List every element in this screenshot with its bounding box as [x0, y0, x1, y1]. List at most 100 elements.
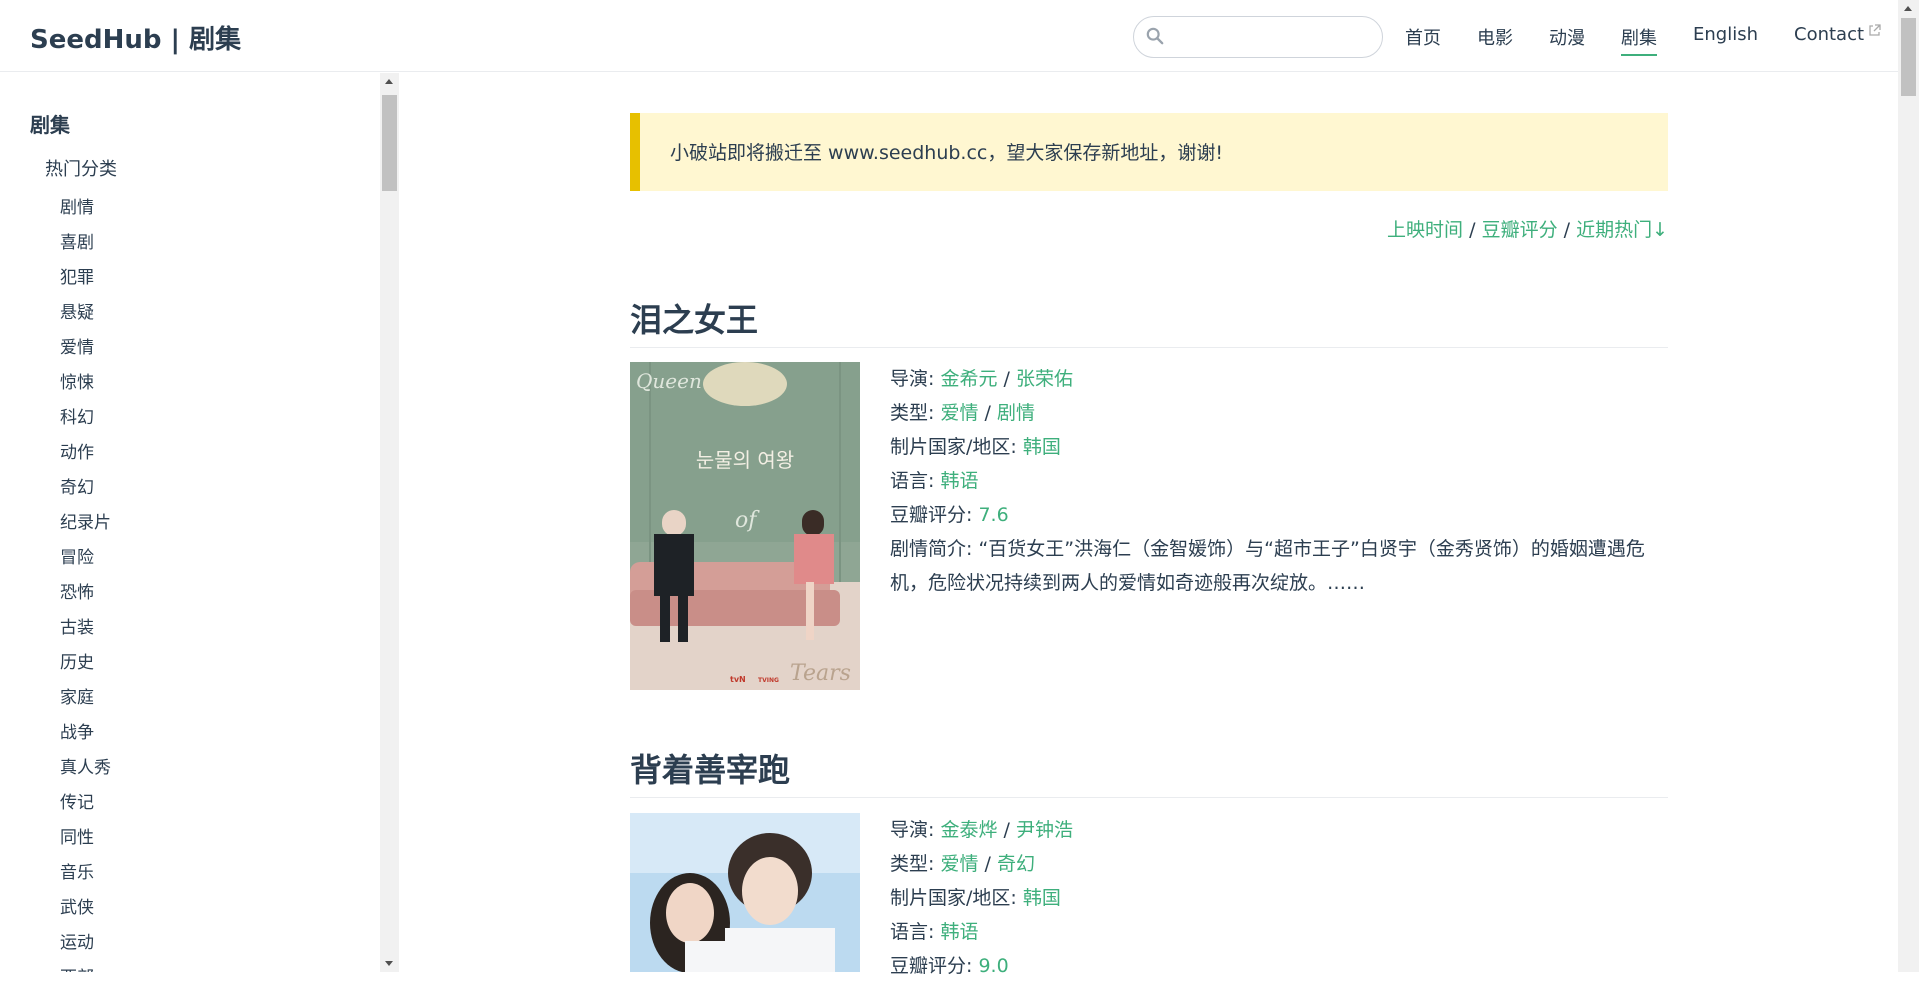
sidebar-item[interactable]: 纪录片: [60, 506, 111, 541]
rating-value[interactable]: 9.0: [978, 955, 1008, 977]
director-link[interactable]: 尹钟浩: [1016, 819, 1073, 841]
separator: /: [978, 402, 997, 424]
sort-by-release[interactable]: 上映时间: [1387, 219, 1463, 241]
genre-link[interactable]: 爱情: [940, 853, 978, 875]
nav-tv-series[interactable]: 剧集: [1621, 24, 1657, 56]
sidebar-title[interactable]: 剧集: [30, 109, 70, 138]
sidebar-item[interactable]: 恐怖: [60, 576, 111, 611]
sidebar-item[interactable]: 同性: [60, 821, 111, 856]
poster-image[interactable]: Queen 눈물의 여왕 of Tears tvN TVING: [630, 362, 860, 690]
meta-summary-row: 剧情简介: “百货女王”洪海仁（金智媛饰）与“超市王子”白贤宇（金秀贤饰）的婚姻…: [890, 532, 1650, 600]
sidebar-item[interactable]: 历史: [60, 646, 111, 681]
sort-separator: /: [1469, 219, 1476, 241]
genre-link[interactable]: 剧情: [997, 402, 1035, 424]
country-label: 制片国家/地区:: [890, 887, 1023, 909]
top-navbar: SeedHub | 剧集 首页 电影 动漫 剧集 English Contact: [0, 0, 1898, 72]
director-link[interactable]: 张荣佑: [1016, 368, 1073, 390]
poster-image[interactable]: [630, 813, 860, 972]
rating-label: 豆瓣评分:: [890, 504, 979, 526]
meta-language-row: 语言: 韩语: [890, 464, 1650, 498]
scroll-up-arrow-icon[interactable]: [385, 79, 393, 84]
scroll-up-arrow-icon[interactable]: [1904, 6, 1912, 11]
scroll-down-arrow-icon[interactable]: [385, 961, 393, 966]
sort-by-hot[interactable]: 近期热门↓: [1576, 219, 1668, 241]
rating-label: 豆瓣评分:: [890, 955, 979, 977]
search-icon: [1146, 27, 1164, 45]
sidebar-item[interactable]: 动作: [60, 436, 111, 471]
poster-tears-text: Tears: [790, 661, 851, 686]
meta-director-row: 导演: 金希元 / 张荣佑: [890, 362, 1650, 396]
poster-script-text: Queen: [636, 369, 702, 393]
poster-tving-logo: TVING: [758, 677, 779, 684]
nav-links: 首页 电影 动漫 剧集 English Contact: [1405, 24, 1881, 56]
rating-value[interactable]: 7.6: [978, 504, 1008, 526]
meta-country-row: 制片国家/地区: 韩国: [890, 430, 1650, 464]
external-link-icon: [1869, 24, 1881, 36]
page-scrollbar[interactable]: [1898, 0, 1919, 972]
sidebar-item[interactable]: 武侠: [60, 891, 111, 926]
item-meta: 导演: 金希元 / 张荣佑 类型: 爱情 / 剧情 制片国家/地区: 韩国 语言…: [890, 362, 1650, 600]
sort-by-rating[interactable]: 豆瓣评分: [1482, 219, 1558, 241]
sidebar-item[interactable]: 西部: [60, 961, 111, 972]
sidebar-item[interactable]: 奇幻: [60, 471, 111, 506]
sidebar-item[interactable]: 喜剧: [60, 226, 111, 261]
site-name-link[interactable]: SeedHub | 剧集: [30, 19, 241, 56]
meta-rating-row: 豆瓣评分: 7.6: [890, 498, 1650, 532]
sidebar-item[interactable]: 冒险: [60, 541, 111, 576]
sidebar-item[interactable]: 惊悚: [60, 366, 111, 401]
meta-rating-row: 豆瓣评分: 9.0: [890, 949, 1650, 983]
search-input[interactable]: [1176, 25, 1370, 51]
language-link[interactable]: 韩语: [940, 921, 978, 943]
sidebar-scrollbar[interactable]: [380, 73, 399, 972]
meta-genre-row: 类型: 爱情 / 奇幻: [890, 847, 1650, 881]
sidebar-item[interactable]: 悬疑: [60, 296, 111, 331]
item-title[interactable]: 背着善宰跑: [630, 745, 1668, 798]
sidebar-item[interactable]: 运动: [60, 926, 111, 961]
director-label: 导演:: [890, 368, 941, 390]
language-label: 语言:: [890, 921, 941, 943]
poster-lovely-runner: [630, 813, 860, 972]
country-link[interactable]: 韩国: [1023, 436, 1061, 458]
sidebar-item[interactable]: 战争: [60, 716, 111, 751]
sidebar-group-label[interactable]: 热门分类: [45, 155, 117, 181]
page-scrollbar-thumb[interactable]: [1901, 18, 1916, 96]
summary-text: “百货女王”洪海仁（金智媛饰）与“超市王子”白贤宇（金秀贤饰）的婚姻遭遇危机，危…: [890, 538, 1645, 594]
poster-channel-logo: tvN: [730, 675, 746, 684]
sidebar-item[interactable]: 传记: [60, 786, 111, 821]
sidebar-item[interactable]: 犯罪: [60, 261, 111, 296]
nav-home[interactable]: 首页: [1405, 24, 1441, 56]
sidebar-item[interactable]: 剧情: [60, 191, 111, 226]
genre-link[interactable]: 奇幻: [997, 853, 1035, 875]
sidebar-item[interactable]: 音乐: [60, 856, 111, 891]
sidebar-item[interactable]: 真人秀: [60, 751, 111, 786]
director-link[interactable]: 金希元: [940, 368, 997, 390]
country-link[interactable]: 韩国: [1023, 887, 1061, 909]
item-title[interactable]: 泪之女王: [630, 295, 1668, 348]
sidebar-item[interactable]: 爱情: [60, 331, 111, 366]
nav-movies[interactable]: 电影: [1477, 24, 1513, 56]
nav-contact[interactable]: Contact: [1794, 24, 1881, 56]
sidebar-item[interactable]: 古装: [60, 611, 111, 646]
poster-korean-title: 눈물의 여왕: [696, 448, 794, 472]
sidebar-scrollbar-thumb[interactable]: [382, 95, 397, 191]
genre-link[interactable]: 爱情: [940, 402, 978, 424]
director-label: 导演:: [890, 819, 941, 841]
director-link[interactable]: 金泰烨: [940, 819, 997, 841]
nav-english[interactable]: English: [1693, 24, 1758, 56]
sidebar-category-list: 剧情 喜剧 犯罪 悬疑 爱情 惊悚 科幻 动作 奇幻 纪录片 冒险 恐怖 古装 …: [60, 191, 111, 972]
language-link[interactable]: 韩语: [940, 470, 978, 492]
nav-contact-label: Contact: [1794, 24, 1865, 45]
nav-anime[interactable]: 动漫: [1549, 24, 1585, 56]
search-box[interactable]: [1133, 16, 1383, 58]
separator: /: [997, 368, 1016, 390]
poster-queen-of-tears: Queen 눈물의 여왕 of Tears tvN TVING: [630, 362, 860, 690]
sidebar-item[interactable]: 科幻: [60, 401, 111, 436]
meta-language-row: 语言: 韩语: [890, 915, 1650, 949]
separator: /: [978, 853, 997, 875]
item-meta: 导演: 金泰烨 / 尹钟浩 类型: 爱情 / 奇幻 制片国家/地区: 韩国 语言…: [890, 813, 1650, 983]
sort-links: 上映时间 / 豆瓣评分 / 近期热门↓: [1200, 215, 1668, 242]
meta-director-row: 导演: 金泰烨 / 尹钟浩: [890, 813, 1650, 847]
migration-notice: 小破站即将搬迁至 www.seedhub.cc，望大家保存新地址，谢谢!: [630, 113, 1668, 191]
sidebar-item[interactable]: 家庭: [60, 681, 111, 716]
sidebar: 剧集 热门分类 剧情 喜剧 犯罪 悬疑 爱情 惊悚 科幻 动作 奇幻 纪录片 冒…: [0, 73, 381, 972]
